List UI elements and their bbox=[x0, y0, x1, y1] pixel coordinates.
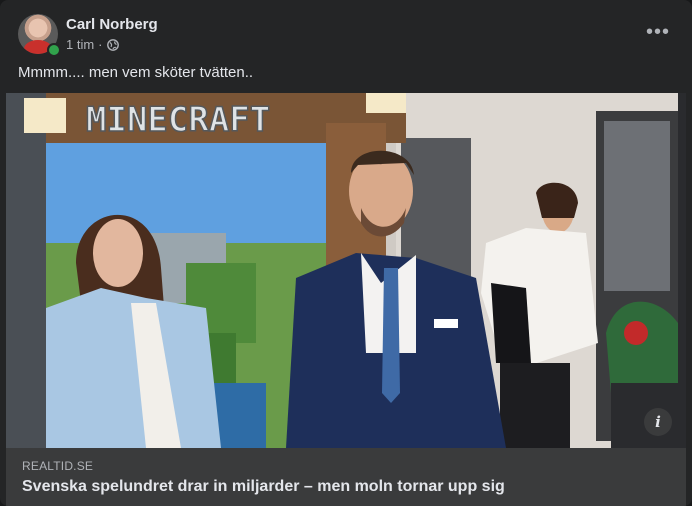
link-domain: realtid.se bbox=[22, 459, 94, 473]
info-icon: i bbox=[655, 413, 661, 431]
globe-icon[interactable] bbox=[106, 38, 119, 51]
online-status-dot bbox=[47, 43, 61, 57]
post-image[interactable]: MINECRAFT i bbox=[6, 93, 686, 448]
link-title[interactable]: Svenska spelundret drar in miljarder – m… bbox=[22, 478, 505, 496]
photo-scene: MINECRAFT bbox=[6, 93, 686, 448]
author-name[interactable]: Carl Norberg bbox=[66, 16, 158, 33]
link-preview[interactable]: realtid.se Svenska spelundret drar in mi… bbox=[6, 448, 686, 506]
post-text: Mmmm.... men vem sköter tvätten.. bbox=[18, 64, 254, 81]
more-options-button[interactable]: ••• bbox=[642, 18, 674, 46]
info-button[interactable]: i bbox=[644, 408, 672, 436]
minecraft-sign: MINECRAFT bbox=[86, 100, 270, 140]
post-time[interactable]: 1 tim bbox=[66, 37, 94, 52]
post-card: Carl Norberg 1 tim · ••• Mmmm.... men ve… bbox=[0, 0, 692, 506]
meta-separator: · bbox=[98, 37, 103, 52]
post-meta: 1 tim · bbox=[66, 37, 119, 52]
more-horizontal-icon: ••• bbox=[645, 20, 670, 43]
